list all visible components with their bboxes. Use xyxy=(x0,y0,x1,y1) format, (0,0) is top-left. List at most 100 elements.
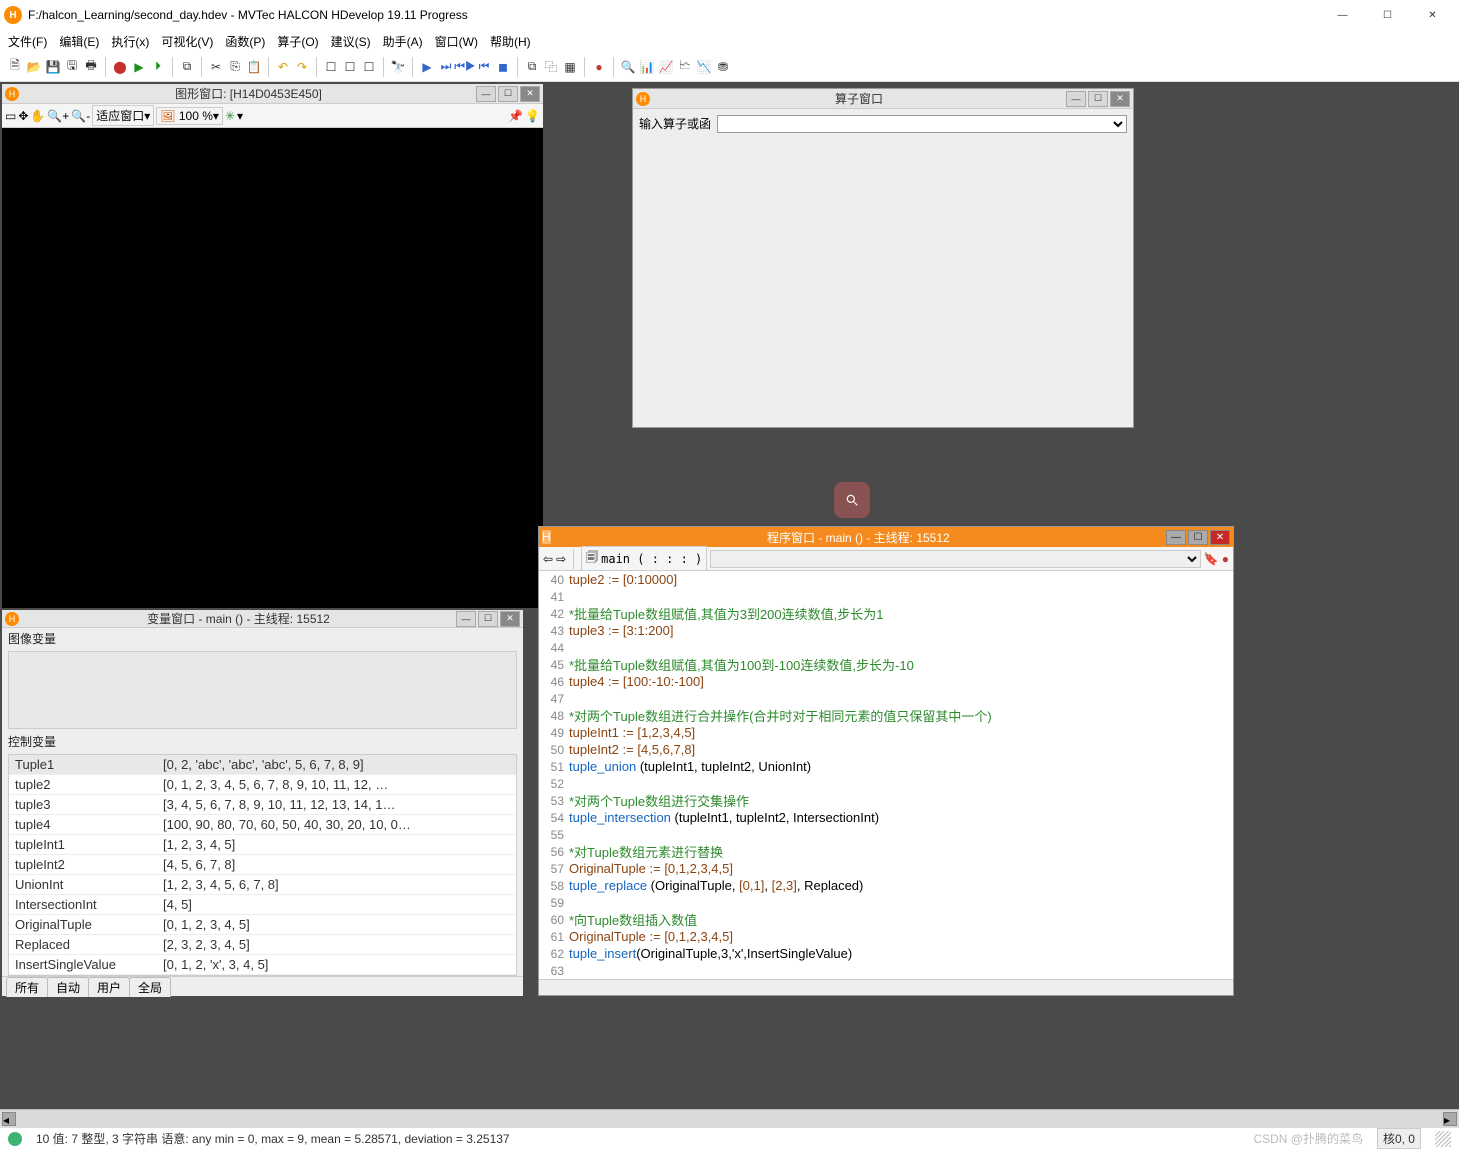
resize-grip-icon[interactable] xyxy=(1435,1131,1451,1147)
menu-assist[interactable]: 助手(A) xyxy=(379,31,427,52)
pin-icon[interactable]: 📌 xyxy=(508,109,523,123)
save-icon[interactable]: 💾 xyxy=(44,58,62,76)
menu-suggest[interactable]: 建议(S) xyxy=(327,31,375,52)
code-line[interactable]: 49tupleInt1 := [1,2,3,4,5] xyxy=(539,724,1233,741)
export-icon[interactable]: ⧉ xyxy=(178,58,196,76)
variable-row[interactable]: tuple4[100, 90, 80, 70, 60, 50, 40, 30, … xyxy=(9,815,516,835)
chart1-icon[interactable]: 📊 xyxy=(638,58,656,76)
tab-auto[interactable]: 自动 xyxy=(47,977,89,997)
tab-user[interactable]: 用户 xyxy=(88,977,130,997)
code-editor[interactable]: 40tuple2 := [0:10000]4142*批量给Tuple数组赋值,其… xyxy=(539,571,1233,979)
code-line[interactable]: 56*对Tuple数组元素进行替换 xyxy=(539,843,1233,860)
menu-window[interactable]: 窗口(W) xyxy=(431,31,482,52)
code-line[interactable]: 54tuple_intersection (tupleInt1, tupleIn… xyxy=(539,809,1233,826)
copy-icon[interactable]: ⎘ xyxy=(226,58,244,76)
more-icon[interactable]: ▾ xyxy=(237,109,243,123)
redo-icon[interactable]: ↷ xyxy=(293,58,311,76)
op-minimize-button[interactable]: — xyxy=(1066,91,1086,107)
operator-input[interactable] xyxy=(717,115,1127,133)
run-icon[interactable]: ▶ xyxy=(418,58,436,76)
tab-global[interactable]: 全局 xyxy=(129,977,171,997)
undo-icon[interactable]: ↶ xyxy=(274,58,292,76)
open-folder-icon[interactable]: 📂 xyxy=(25,58,43,76)
menu-function[interactable]: 函数(P) xyxy=(221,31,269,52)
close-button[interactable]: ✕ xyxy=(1410,1,1455,29)
chart2-icon[interactable]: 📈 xyxy=(657,58,675,76)
step-into-icon[interactable]: ⏮▶ xyxy=(456,58,474,76)
code-line[interactable]: 43tuple3 := [3:1:200] xyxy=(539,622,1233,639)
zoom-dropdown[interactable]: 🖼 100 % ▾ xyxy=(156,107,223,125)
var-minimize-button[interactable]: — xyxy=(456,611,476,627)
variable-row[interactable]: tuple3[3, 4, 5, 6, 7, 8, 9, 10, 11, 12, … xyxy=(9,795,516,815)
op-close-button[interactable]: ✕ xyxy=(1110,91,1130,107)
code-line[interactable]: 62tuple_insert(OriginalTuple,3,'x',Inser… xyxy=(539,945,1233,962)
prog-close-button[interactable]: ✕ xyxy=(1210,530,1230,545)
breakpoint-icon[interactable]: ● xyxy=(590,58,608,76)
step-over-icon[interactable]: ⏭ xyxy=(437,58,455,76)
var-close-button[interactable]: ✕ xyxy=(500,611,520,627)
zoom-fit-icon[interactable]: 🔍 xyxy=(619,58,637,76)
play-icon[interactable]: ▶ xyxy=(130,58,148,76)
win-cascade-icon[interactable]: ⿻ xyxy=(542,58,560,76)
paste-icon[interactable]: 📋 xyxy=(245,58,263,76)
pointer-icon[interactable]: ▭ xyxy=(5,109,16,123)
code-line[interactable]: 53*对两个Tuple数组进行交集操作 xyxy=(539,792,1233,809)
variable-row[interactable]: OriginalTuple[0, 1, 2, 3, 4, 5] xyxy=(9,915,516,935)
code-line[interactable]: 60*向Tuple数组插入数值 xyxy=(539,911,1233,928)
code-line[interactable]: 61OriginalTuple := [0,1,2,3,4,5] xyxy=(539,928,1233,945)
maximize-button[interactable]: ☐ xyxy=(1365,1,1410,29)
step-back-icon[interactable]: ⏮ xyxy=(475,58,493,76)
image-variables-area[interactable] xyxy=(8,651,517,729)
variable-row[interactable]: InsertSingleValue[0, 1, 2, 'x', 3, 4, 5] xyxy=(9,955,516,975)
nav-fwd-icon[interactable]: ⇨ xyxy=(556,552,566,566)
editor-horizontal-scrollbar[interactable] xyxy=(539,979,1233,995)
menu-edit[interactable]: 编辑(E) xyxy=(55,31,103,52)
binoculars-icon[interactable]: 🔭 xyxy=(389,58,407,76)
procedure-selector[interactable] xyxy=(710,550,1201,568)
gfx-close-button[interactable]: ✕ xyxy=(520,86,540,102)
code-line[interactable]: 57OriginalTuple := [0,1,2,3,4,5] xyxy=(539,860,1233,877)
code-line[interactable]: 52 xyxy=(539,775,1233,792)
minimize-button[interactable]: — xyxy=(1320,1,1365,29)
bulb-icon[interactable]: 💡 xyxy=(525,109,540,123)
scroll-right-button[interactable]: ▸ xyxy=(1443,1112,1457,1126)
save-all-icon[interactable]: 🖫 xyxy=(63,58,81,76)
stop-icon[interactable]: ◼ xyxy=(494,58,512,76)
print-icon[interactable]: 🖶 xyxy=(82,58,100,76)
app-horizontal-scrollbar[interactable]: ◂ ▸ xyxy=(0,1109,1459,1127)
cut-icon[interactable]: ✂ xyxy=(207,58,225,76)
new-file-icon[interactable]: 🗎 xyxy=(6,58,24,76)
cursor-icon[interactable]: ✥ xyxy=(18,109,28,123)
zoomin-icon[interactable]: 🔍+ xyxy=(47,109,69,123)
code-line[interactable]: 63 xyxy=(539,962,1233,979)
gfx-minimize-button[interactable]: — xyxy=(476,86,496,102)
record-icon[interactable]: ⬤ xyxy=(111,58,129,76)
variable-row[interactable]: tuple2[0, 1, 2, 3, 4, 5, 6, 7, 8, 9, 10,… xyxy=(9,775,516,795)
code-line[interactable]: 41 xyxy=(539,588,1233,605)
overlay-icon[interactable]: ✳ xyxy=(225,109,235,123)
variable-row[interactable]: tupleInt1[1, 2, 3, 4, 5] xyxy=(9,835,516,855)
toggle3-icon[interactable]: ☐ xyxy=(360,58,378,76)
menu-file[interactable]: 文件(F) xyxy=(4,31,51,52)
code-line[interactable]: 48*对两个Tuple数组进行合并操作(合并时对于相同元素的值只保留其中一个) xyxy=(539,707,1233,724)
code-line[interactable]: 58tuple_replace (OriginalTuple, [0,1], [… xyxy=(539,877,1233,894)
settings-icon[interactable]: ⛃ xyxy=(714,58,732,76)
menu-exec[interactable]: 执行(x) xyxy=(107,31,153,52)
variable-row[interactable]: UnionInt[1, 2, 3, 4, 5, 6, 7, 8] xyxy=(9,875,516,895)
var-maximize-button[interactable]: ☐ xyxy=(478,611,498,627)
code-line[interactable]: 59 xyxy=(539,894,1233,911)
code-line[interactable]: 51tuple_union (tupleInt1, tupleInt2, Uni… xyxy=(539,758,1233,775)
gfx-maximize-button[interactable]: ☐ xyxy=(498,86,518,102)
nav-back-icon[interactable]: ⇦ xyxy=(543,552,553,566)
variable-row[interactable]: IntersectionInt[4, 5] xyxy=(9,895,516,915)
play2-icon[interactable]: ⏵ xyxy=(149,58,167,76)
code-line[interactable]: 55 xyxy=(539,826,1233,843)
win-tile-icon[interactable]: ▦ xyxy=(561,58,579,76)
chart4-icon[interactable]: 📉 xyxy=(695,58,713,76)
variable-row[interactable]: Tuple1[0, 2, 'abc', 'abc', 'abc', 5, 6, … xyxy=(9,755,516,775)
program-breadcrumb[interactable]: 🗐 main ( : : : ) xyxy=(581,546,707,571)
code-line[interactable]: 44 xyxy=(539,639,1233,656)
menu-operator[interactable]: 算子(O) xyxy=(273,31,322,52)
op-maximize-button[interactable]: ☐ xyxy=(1088,91,1108,107)
menu-help[interactable]: 帮助(H) xyxy=(486,31,535,52)
